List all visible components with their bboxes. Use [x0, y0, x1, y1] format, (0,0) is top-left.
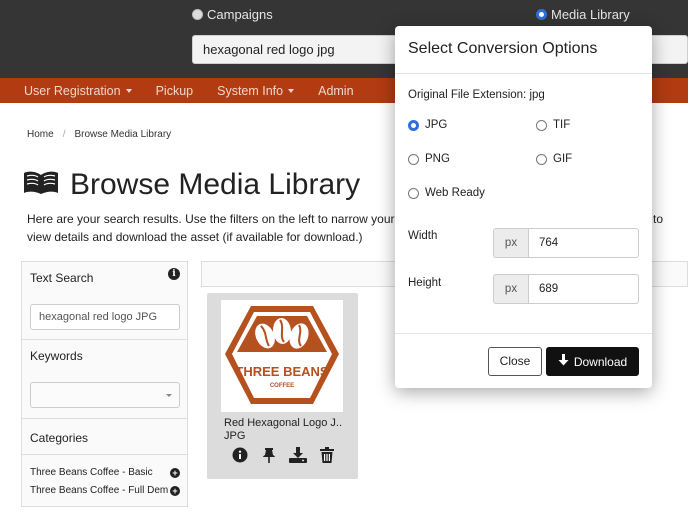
- radio-png[interactable]: [408, 153, 419, 165]
- radio-web-ready[interactable]: [408, 187, 419, 199]
- download-button-label: Download: [573, 354, 628, 369]
- format-option-gif[interactable]: GIF: [536, 153, 572, 165]
- close-button[interactable]: Close: [488, 347, 542, 376]
- width-label: Width: [408, 230, 438, 242]
- arrow-down-icon: [558, 354, 569, 369]
- format-option-jpg[interactable]: JPG: [408, 119, 447, 131]
- width-unit-addon: px: [493, 228, 528, 258]
- modal-title: Select Conversion Options: [408, 40, 598, 57]
- format-label-png: PNG: [425, 153, 450, 165]
- download-button[interactable]: Download: [546, 347, 639, 376]
- radio-jpg[interactable]: [408, 119, 419, 131]
- original-extension-label: Original File Extension: jpg: [408, 89, 545, 101]
- height-input[interactable]: 689: [528, 274, 639, 304]
- divider: [395, 333, 652, 334]
- width-input-group: px 764: [493, 228, 639, 258]
- format-option-tif[interactable]: TIF: [536, 119, 570, 131]
- format-option-png[interactable]: PNG: [408, 153, 450, 165]
- radio-gif[interactable]: [536, 153, 547, 165]
- format-label-jpg: JPG: [425, 119, 448, 131]
- radio-tif[interactable]: [536, 119, 547, 131]
- format-option-web-ready[interactable]: Web Ready: [408, 187, 485, 199]
- height-unit-addon: px: [493, 274, 528, 304]
- width-input[interactable]: 764: [528, 228, 639, 258]
- format-label-gif: GIF: [553, 153, 573, 165]
- height-input-group: px 689: [493, 274, 639, 304]
- format-label-web-ready: Web Ready: [425, 187, 485, 199]
- format-label-tif: TIF: [553, 119, 571, 131]
- divider: [395, 73, 652, 74]
- conversion-modal: Select Conversion Options Original File …: [395, 26, 652, 388]
- height-label: Height: [408, 277, 442, 289]
